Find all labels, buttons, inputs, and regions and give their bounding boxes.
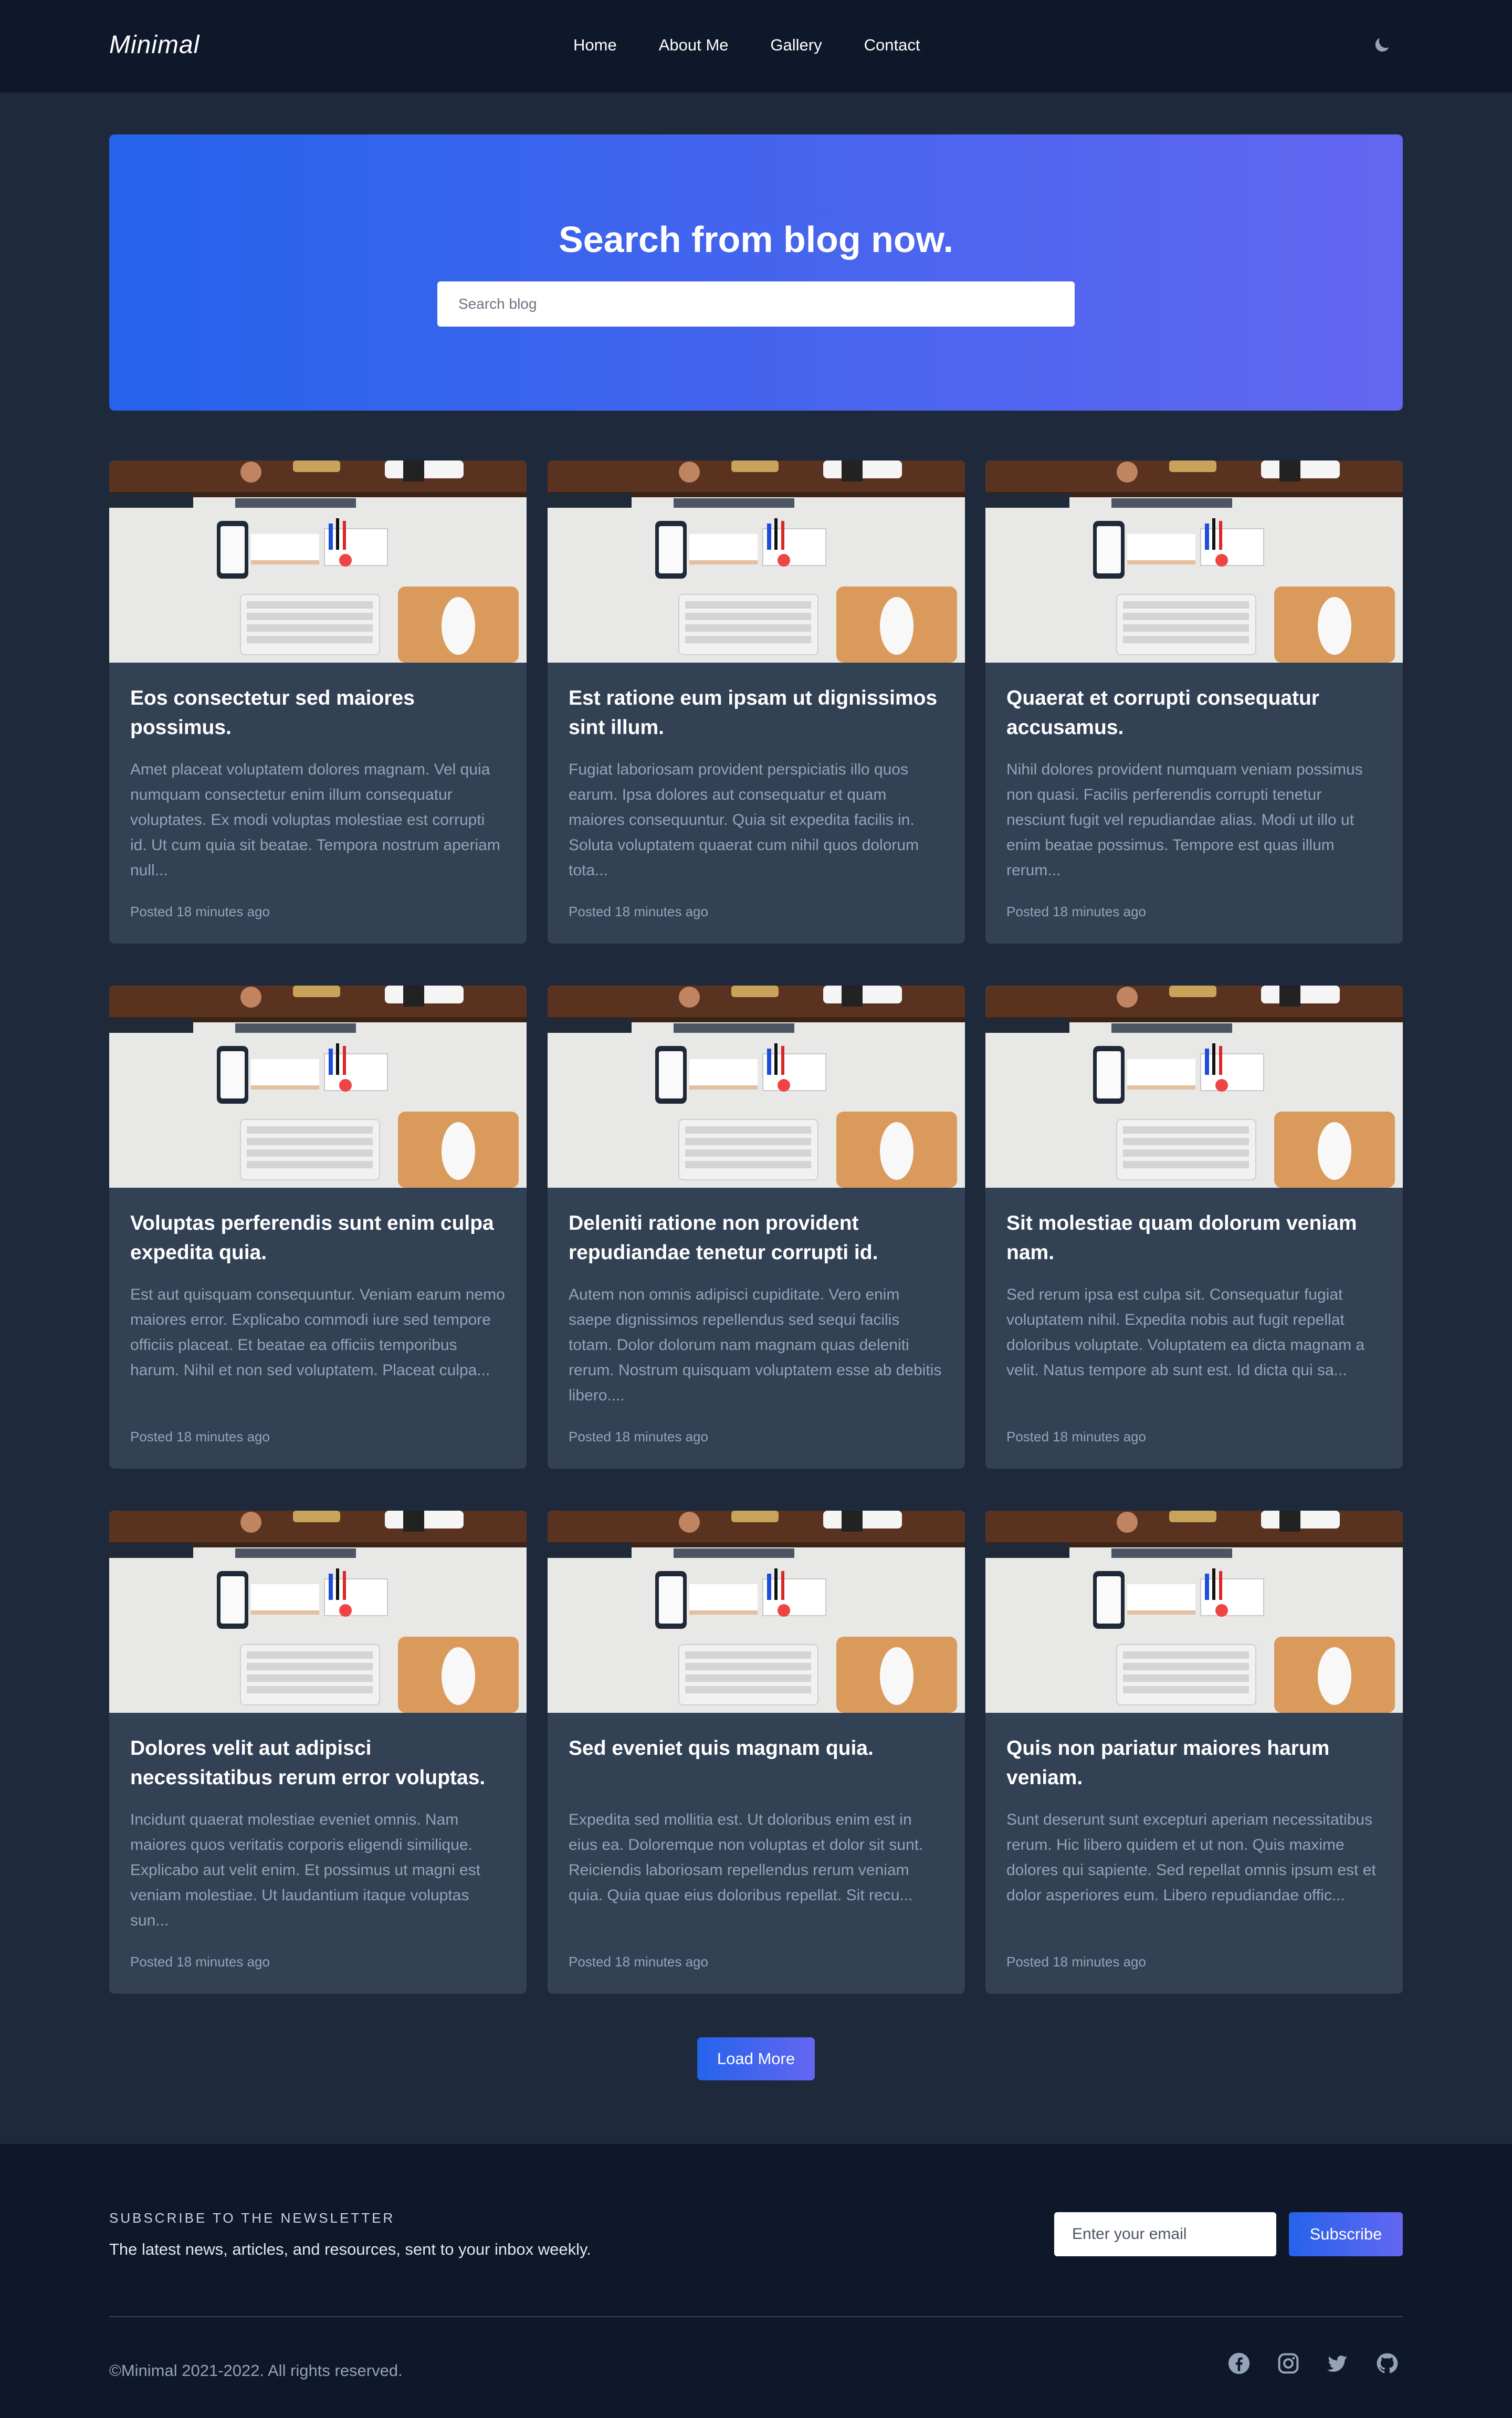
post-excerpt: Incidunt quaerat molestiae eveniet omnis… xyxy=(130,1811,480,1929)
hero-banner: Search from blog now. xyxy=(109,134,1403,411)
post-excerpt: Est aut quisquam consequuntur. Veniam ea… xyxy=(130,1286,505,1379)
post-card[interactable]: Est ratione eum ipsam ut dignissimos sin… xyxy=(548,460,965,944)
post-excerpt: Expedita sed mollitia est. Ut doloribus … xyxy=(569,1811,923,1904)
nav-link-home[interactable]: Home xyxy=(573,36,617,55)
post-excerpt: Autem non omnis adipisci cupiditate. Ver… xyxy=(569,1286,942,1404)
nav-link-gallery[interactable]: Gallery xyxy=(770,36,822,55)
footer: SUBSCRIBE TO THE NEWSLETTER The latest n… xyxy=(0,2144,1512,2418)
post-thumbnail xyxy=(548,460,965,663)
post-title[interactable]: Sed eveniet quis magnam quia. xyxy=(569,1734,944,1763)
blog-search-input[interactable] xyxy=(437,281,1075,327)
post-card[interactable]: Quis non pariatur maiores harum veniam. … xyxy=(985,1511,1403,1994)
post-card[interactable]: Deleniti ratione non provident repudiand… xyxy=(548,986,965,1469)
moon-icon[interactable] xyxy=(1371,35,1392,56)
post-excerpt: Fugiat laboriosam provident perspiciatis… xyxy=(569,761,919,879)
post-title[interactable]: Dolores velit aut adipisci necessitatibu… xyxy=(130,1734,506,1793)
post-title[interactable]: Est ratione eum ipsam ut dignissimos sin… xyxy=(569,684,944,742)
post-card[interactable]: Quaerat et corrupti consequatur accusamu… xyxy=(985,460,1403,944)
nav-link-about[interactable]: About Me xyxy=(659,36,729,55)
post-card[interactable]: Sit molestiae quam dolorum veniam nam. S… xyxy=(985,986,1403,1469)
post-thumbnail xyxy=(985,1511,1403,1713)
post-title[interactable]: Deleniti ratione non provident repudiand… xyxy=(569,1209,944,1268)
post-title[interactable]: Eos consectetur sed maiores possimus. xyxy=(130,684,506,742)
post-card[interactable]: Eos consectetur sed maiores possimus. Am… xyxy=(109,460,527,944)
post-thumbnail xyxy=(985,986,1403,1188)
github-icon[interactable] xyxy=(1376,2352,1399,2375)
post-card[interactable]: Dolores velit aut adipisci necessitatibu… xyxy=(109,1511,527,1994)
social-links xyxy=(1227,2352,1399,2375)
copyright-text: ©Minimal 2021-2022. All rights reserved. xyxy=(109,2361,403,2380)
facebook-icon[interactable] xyxy=(1227,2352,1251,2375)
site-logo[interactable]: Minimal xyxy=(109,30,200,59)
newsletter-heading: SUBSCRIBE TO THE NEWSLETTER xyxy=(109,2210,395,2226)
load-more-button[interactable]: Load More xyxy=(697,2037,815,2080)
top-nav: Minimal Home About Me Gallery Contact xyxy=(0,0,1512,92)
post-meta: Posted 18 minutes ago xyxy=(130,904,270,919)
post-excerpt: Sunt deserunt sunt excepturi aperiam nec… xyxy=(1006,1811,1376,1904)
newsletter-subtitle: The latest news, articles, and resources… xyxy=(109,2240,591,2258)
post-thumbnail xyxy=(109,460,527,663)
nav-link-contact[interactable]: Contact xyxy=(864,36,920,55)
post-meta: Posted 18 minutes ago xyxy=(569,1954,708,1970)
post-meta: Posted 18 minutes ago xyxy=(1006,1954,1146,1970)
post-meta: Posted 18 minutes ago xyxy=(130,1429,270,1444)
email-field[interactable] xyxy=(1054,2212,1276,2256)
post-meta: Posted 18 minutes ago xyxy=(569,904,708,919)
post-card[interactable]: Sed eveniet quis magnam quia. Expedita s… xyxy=(548,1511,965,1994)
hero-title: Search from blog now. xyxy=(559,219,953,260)
post-excerpt: Amet placeat voluptatem dolores magnam. … xyxy=(130,761,500,879)
post-thumbnail xyxy=(109,1511,527,1713)
post-thumbnail xyxy=(548,986,965,1188)
post-title[interactable]: Quaerat et corrupti consequatur accusamu… xyxy=(1006,684,1382,742)
post-excerpt: Sed rerum ipsa est culpa sit. Consequatu… xyxy=(1006,1286,1365,1379)
post-title[interactable]: Voluptas perferendis sunt enim culpa exp… xyxy=(130,1209,506,1268)
post-meta: Posted 18 minutes ago xyxy=(1006,1429,1146,1444)
subscribe-button[interactable]: Subscribe xyxy=(1289,2212,1403,2256)
post-thumbnail xyxy=(985,460,1403,663)
nav-links: Home About Me Gallery Contact xyxy=(573,36,920,55)
post-thumbnail xyxy=(109,986,527,1188)
footer-divider xyxy=(109,2316,1403,2317)
twitter-icon[interactable] xyxy=(1326,2352,1349,2375)
post-title[interactable]: Sit molestiae quam dolorum veniam nam. xyxy=(1006,1209,1382,1268)
post-title[interactable]: Quis non pariatur maiores harum veniam. xyxy=(1006,1734,1382,1793)
instagram-icon[interactable] xyxy=(1277,2352,1300,2375)
post-card[interactable]: Voluptas perferendis sunt enim culpa exp… xyxy=(109,986,527,1469)
post-meta: Posted 18 minutes ago xyxy=(569,1429,708,1444)
post-meta: Posted 18 minutes ago xyxy=(1006,904,1146,919)
post-thumbnail xyxy=(548,1511,965,1713)
post-meta: Posted 18 minutes ago xyxy=(130,1954,270,1970)
post-excerpt: Nihil dolores provident numquam veniam p… xyxy=(1006,761,1363,879)
